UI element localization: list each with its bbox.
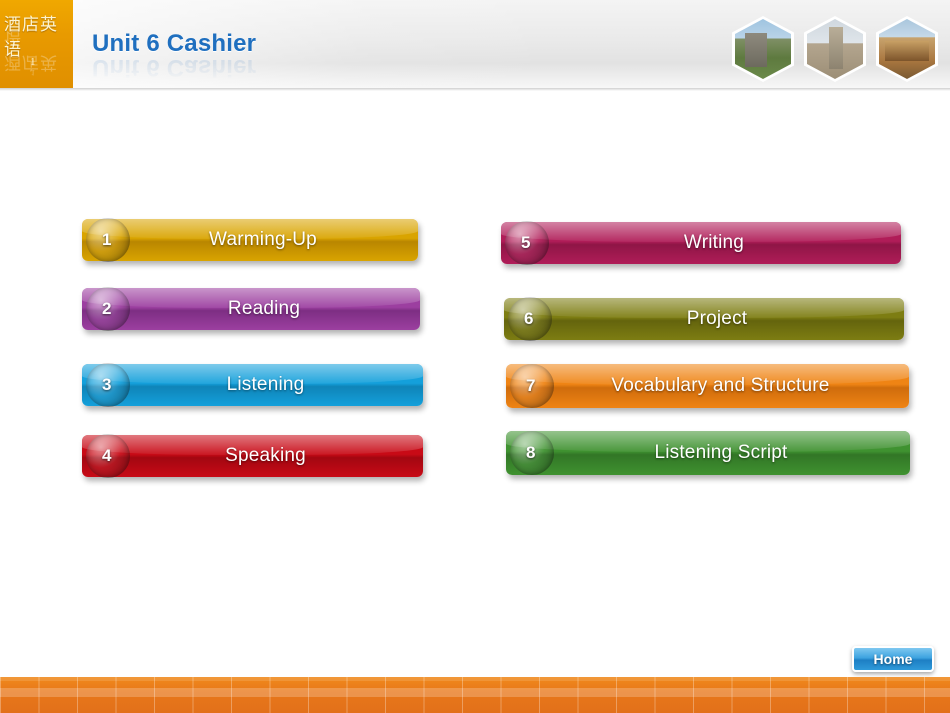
menu-item-vocabulary-and-structure[interactable]: 7 Vocabulary and Structure: [506, 364, 909, 408]
menu-item-number: 4: [102, 446, 112, 465]
menu-item-number: 1: [102, 230, 112, 249]
slide-header: 酒店英语 酒店英语 1 1 Unit 6 Cashier Unit 6 Cash…: [0, 0, 950, 88]
logo-chinese-title-reflection: 酒店英语: [4, 27, 58, 72]
course-logo: 酒店英语 酒店英语 1 1: [0, 0, 73, 88]
menu-item-number: 5: [521, 233, 531, 252]
menu-item-number: 2: [102, 299, 112, 318]
menu-item-listening-script[interactable]: 8 Listening Script: [506, 431, 910, 475]
menu-item-label: Speaking: [225, 445, 306, 466]
slide: 酒店英语 酒店英语 1 1 Unit 6 Cashier Unit 6 Cash…: [0, 0, 950, 713]
logo-number-reflection: 1: [31, 68, 35, 77]
menu-item-writing[interactable]: 5 Writing: [501, 221, 901, 265]
menu-item-speaking[interactable]: 4 Speaking: [82, 434, 423, 478]
logo-number: 1: [30, 56, 36, 68]
menu-item-label: Reading: [227, 298, 301, 319]
photo-church-image: [735, 19, 791, 79]
photo-tower-hex: [804, 16, 866, 82]
home-button[interactable]: Home: [852, 646, 934, 672]
menu-item-label: Listening Script: [654, 442, 788, 463]
header-divider: [0, 88, 950, 91]
menu-item-listening[interactable]: 3 Listening: [82, 363, 423, 407]
photo-church-hex: [732, 16, 794, 82]
photo-street-hex: [876, 16, 938, 82]
page-title-reflection: Unit 6 Cashier: [92, 54, 257, 81]
menu-item-number: 6: [524, 309, 534, 328]
menu-item-number: 7: [526, 376, 536, 395]
footer-grid: [0, 677, 950, 713]
slide-footer: [0, 677, 950, 713]
menu-item-number: 8: [526, 443, 536, 462]
menu-item-project[interactable]: 6 Project: [504, 297, 904, 341]
home-button-label: Home: [873, 651, 913, 667]
menu-item-label: Project: [686, 308, 748, 329]
menu-item-number: 3: [102, 375, 112, 394]
menu-item-label: Writing: [683, 232, 745, 253]
menu-item-label: Vocabulary and Structure: [611, 375, 830, 396]
menu-item-reading[interactable]: 2 Reading: [82, 287, 420, 331]
menu-item-warming-up[interactable]: 1 Warming-Up: [82, 218, 418, 262]
photo-street-image: [879, 19, 935, 79]
header-photo-group: [732, 16, 942, 82]
photo-tower-image: [807, 19, 863, 79]
menu-item-label: Warming-Up: [209, 229, 317, 250]
menu-item-label: Listening: [226, 374, 305, 395]
